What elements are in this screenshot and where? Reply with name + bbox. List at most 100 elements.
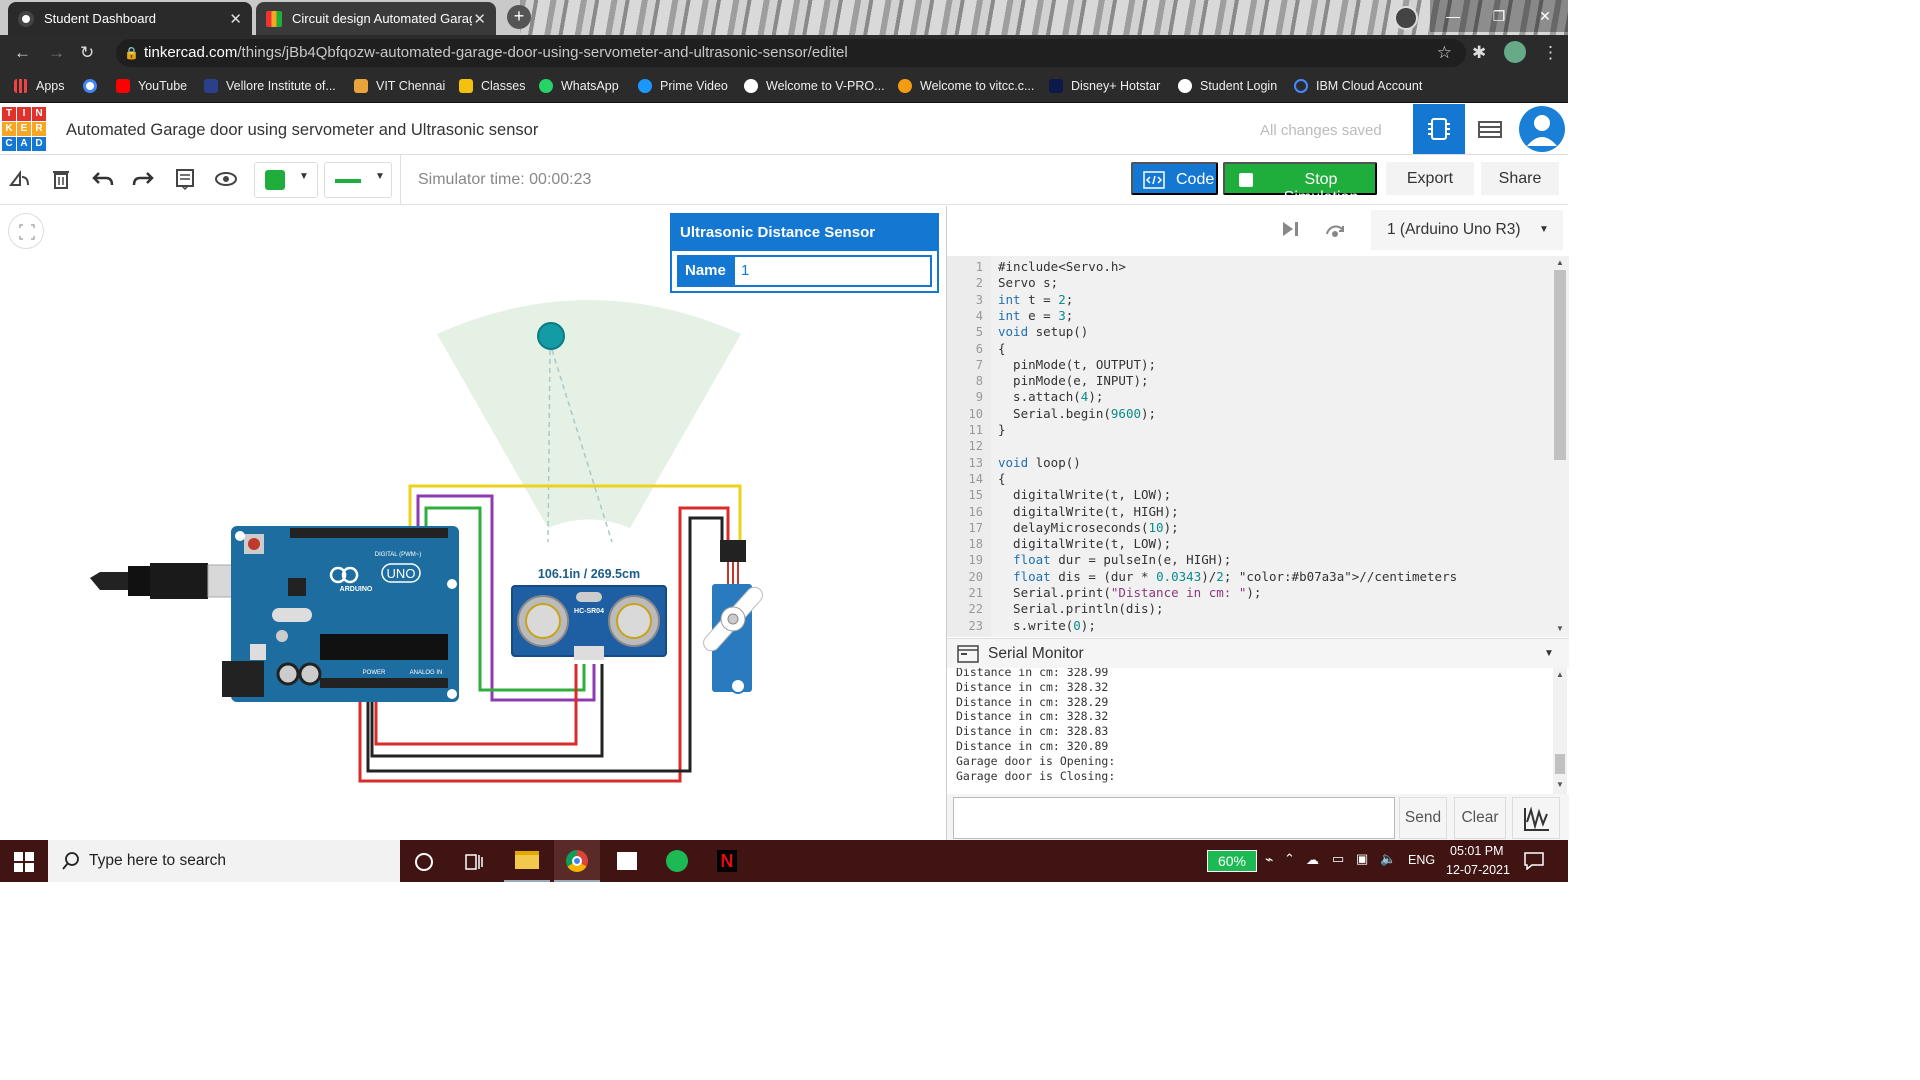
extensions-puzzle-icon[interactable]: ✱: [1472, 43, 1486, 63]
circuit-canvas[interactable]: UNO ARDUINO DIGITAL (PWM~) POWER ANALOG …: [0, 206, 946, 840]
debugger-icon[interactable]: [1324, 220, 1346, 238]
close-icon[interactable]: ✕: [229, 10, 242, 28]
tab-circuit-design[interactable]: Circuit design Automated Garage ✕: [256, 2, 496, 35]
bookmark-star-icon[interactable]: ☆: [1437, 39, 1452, 67]
scroll-thumb[interactable]: [1555, 754, 1565, 774]
wire-type-picker[interactable]: ▼: [324, 162, 392, 198]
line-number: 4: [975, 308, 983, 323]
board-arduino-label: ARDUINO: [340, 586, 373, 593]
cortana-icon[interactable]: [414, 852, 434, 872]
reload-icon[interactable]: ↻: [80, 43, 94, 63]
battery-indicator[interactable]: 60%: [1207, 850, 1257, 872]
url-domain: tinkercad.com: [144, 44, 238, 61]
chevron-up-icon[interactable]: ⌃: [1284, 851, 1295, 867]
serial-input-row: Send Clear: [947, 794, 1569, 840]
code-scrollbar[interactable]: ▲ ▼: [1553, 256, 1567, 637]
profile-download-icon[interactable]: [1394, 6, 1418, 30]
logo-letter: A: [17, 137, 31, 151]
scroll-down-icon[interactable]: ▼: [1556, 780, 1564, 789]
code-button[interactable]: Code: [1131, 162, 1218, 195]
bookmark-youtube[interactable]: YouTube: [116, 79, 187, 93]
share-button[interactable]: Share: [1481, 162, 1559, 195]
browser-tab-strip: Student Dashboard ✕ Circuit design Autom…: [0, 0, 1568, 35]
volume-icon[interactable]: 🔈: [1380, 851, 1396, 867]
bookmark-ibm-cloud[interactable]: IBM Cloud Account: [1294, 79, 1422, 93]
battery-icon[interactable]: ▭: [1332, 851, 1344, 867]
servo-motor[interactable]: [697, 540, 768, 694]
user-avatar-icon[interactable]: [1504, 41, 1526, 63]
bookmark-prime-video[interactable]: Prime Video: [638, 79, 728, 93]
notes-icon[interactable]: [173, 167, 197, 191]
cloud-icon[interactable]: ☁: [1306, 852, 1319, 868]
serial-scrollbar[interactable]: ▲ ▼: [1553, 668, 1567, 794]
stop-simulation-button[interactable]: Stop Simulation: [1223, 162, 1377, 206]
netflix-icon[interactable]: N: [704, 840, 750, 882]
project-title[interactable]: Automated Garage door using servometer a…: [66, 121, 538, 140]
undo-icon[interactable]: [91, 167, 115, 191]
notifications-icon[interactable]: [1524, 852, 1544, 870]
task-view-icon[interactable]: [464, 852, 484, 872]
url-field[interactable]: 🔒 tinkercad.com/things/jBb4Qbfqozw-autom…: [116, 39, 1466, 67]
chevron-down-icon[interactable]: ▼: [1544, 648, 1554, 659]
bookmark-apps[interactable]: Apps: [14, 79, 65, 93]
bookmark-vellore[interactable]: Vellore Institute of...: [204, 79, 336, 93]
windows-start-icon[interactable]: [14, 852, 34, 872]
scroll-down-icon[interactable]: ▼: [1556, 624, 1564, 633]
vit-chennai-icon: [354, 79, 368, 93]
name-field[interactable]: 1: [733, 255, 932, 287]
step-play-icon[interactable]: [1280, 220, 1300, 238]
delete-trash-icon[interactable]: [49, 167, 73, 191]
ultrasonic-sensor[interactable]: [511, 585, 667, 660]
restore-icon[interactable]: ❐: [1476, 0, 1522, 32]
bookmark-vitcc[interactable]: Welcome to vitcc.c...: [898, 79, 1034, 93]
window-close-icon[interactable]: ✕: [1522, 0, 1568, 32]
spotify-icon[interactable]: [654, 840, 700, 882]
serial-monitor-header[interactable]: Serial Monitor ▼: [947, 638, 1569, 668]
bookmark-hotstar[interactable]: Disney+ Hotstar: [1049, 79, 1160, 93]
code-editor[interactable]: 1 2 3 4 5 6 7 8 9 10 11 12 13 14 15 16 17 18 19 20 21 22 23 #i…: [947, 256, 1569, 637]
taskbar-search[interactable]: Type here to search: [48, 840, 400, 882]
serial-input-field[interactable]: [953, 797, 1395, 839]
new-tab-plus-icon[interactable]: +: [507, 5, 531, 29]
menu-dots-icon[interactable]: ⋮: [1542, 43, 1559, 63]
scroll-up-icon[interactable]: ▲: [1556, 258, 1564, 267]
export-button[interactable]: Export: [1386, 162, 1474, 195]
language-indicator[interactable]: ENG: [1408, 853, 1435, 867]
user-avatar[interactable]: [1519, 106, 1565, 152]
redo-icon[interactable]: [131, 167, 155, 191]
scroll-thumb[interactable]: [1554, 270, 1566, 460]
pen-icon[interactable]: ⌁: [1265, 851, 1273, 868]
bookmark-classes[interactable]: Classes: [459, 79, 525, 93]
bookmark-student-login[interactable]: Student Login: [1178, 79, 1277, 93]
board-selector[interactable]: 1 (Arduino Uno R3) ▼: [1371, 210, 1563, 250]
graph-toggle-button[interactable]: [1512, 797, 1560, 839]
clock-date[interactable]: 12-07-2021: [1446, 863, 1510, 877]
tab-student-dashboard[interactable]: Student Dashboard ✕: [8, 2, 252, 35]
bookmark-vpro[interactable]: Welcome to V-PRO...: [744, 79, 885, 93]
send-button[interactable]: Send: [1399, 797, 1447, 839]
clear-button[interactable]: Clear: [1454, 797, 1506, 839]
bookmark-whatsapp[interactable]: WhatsApp: [539, 79, 619, 93]
file-explorer-icon[interactable]: [504, 840, 550, 882]
bookmark-google[interactable]: [83, 79, 105, 93]
line-number: 20: [968, 569, 983, 584]
scroll-up-icon[interactable]: ▲: [1556, 670, 1564, 679]
network-icon[interactable]: ▣: [1356, 851, 1368, 867]
rotate-icon[interactable]: [8, 167, 32, 191]
chrome-icon[interactable]: [554, 840, 600, 882]
visibility-eye-icon[interactable]: [214, 167, 238, 191]
bookmark-vit-chennai[interactable]: VIT Chennai: [354, 79, 445, 93]
logo-letter: I: [17, 107, 31, 121]
component-list-button[interactable]: [1465, 104, 1515, 154]
circuit-workspace[interactable]: UNO ARDUINO DIGITAL (PWM~) POWER ANALOG …: [0, 206, 946, 840]
tinkercad-logo[interactable]: T I N K E R C A D: [2, 107, 46, 151]
back-arrow-icon[interactable]: ←: [14, 43, 31, 63]
target-object-handle[interactable]: [537, 322, 565, 350]
circuit-view-button[interactable]: [1413, 104, 1465, 154]
close-icon[interactable]: ✕: [473, 10, 486, 28]
clock-time[interactable]: 05:01 PM: [1450, 844, 1504, 858]
minimize-icon[interactable]: —: [1430, 0, 1476, 32]
microsoft-store-icon[interactable]: [604, 840, 650, 882]
wire-color-picker[interactable]: ▼: [254, 162, 318, 198]
forward-arrow-icon[interactable]: →: [48, 43, 65, 63]
